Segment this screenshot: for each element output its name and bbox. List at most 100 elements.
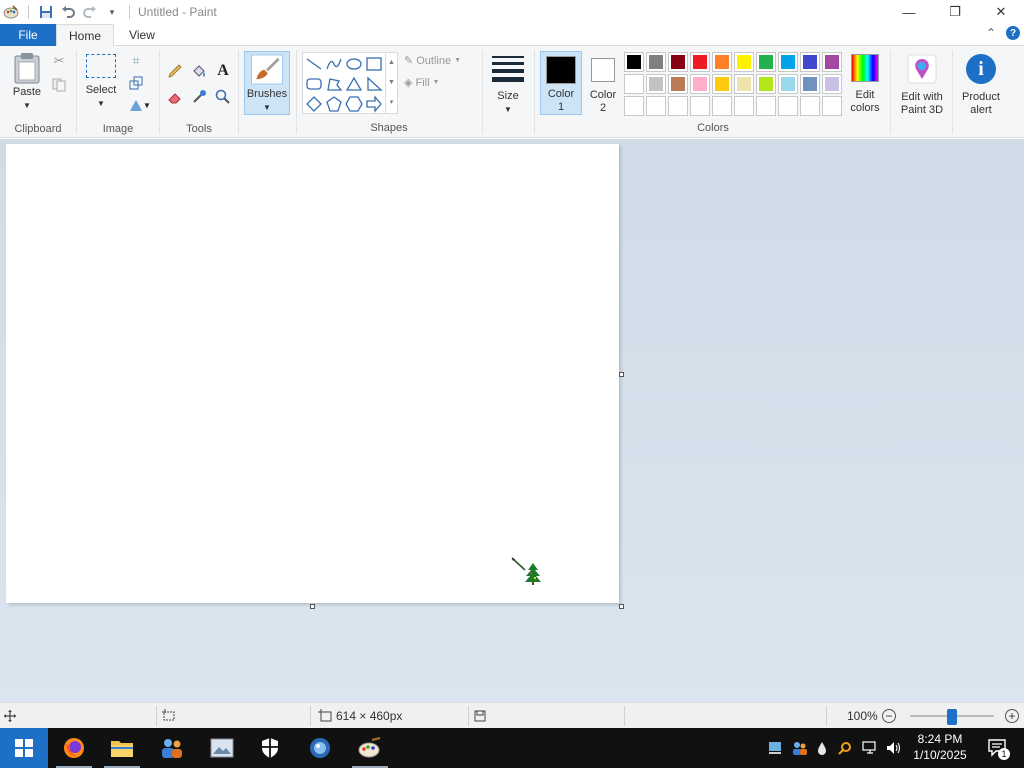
rotate-icon[interactable]: ▼: [127, 96, 153, 114]
customize-qa-icon[interactable]: ▾: [101, 1, 123, 23]
palette-color-swatch[interactable]: [800, 74, 820, 94]
tray-desktop-icon[interactable]: [766, 728, 784, 768]
help-icon[interactable]: ?: [1006, 26, 1020, 40]
polygon-shape-icon[interactable]: [325, 75, 343, 93]
close-button[interactable]: ✕: [978, 0, 1024, 24]
palette-custom-slot[interactable]: [734, 96, 754, 116]
save-icon[interactable]: [35, 1, 57, 23]
start-button[interactable]: [0, 728, 48, 768]
pencil-icon[interactable]: [166, 62, 184, 80]
brushes-button[interactable]: Brushes ▼: [244, 51, 290, 115]
oval-shape-icon[interactable]: [345, 55, 363, 73]
palette-color-swatch[interactable]: [734, 52, 754, 72]
size-button[interactable]: Size ▼: [488, 54, 528, 116]
palette-color-swatch[interactable]: [800, 52, 820, 72]
palette-custom-slot[interactable]: [668, 96, 688, 116]
taskbar-people-app[interactable]: [148, 728, 196, 768]
palette-color-swatch[interactable]: [646, 52, 666, 72]
color1-button[interactable]: Color 1: [540, 51, 582, 115]
palette-custom-slot[interactable]: [822, 96, 842, 116]
palette-custom-slot[interactable]: [712, 96, 732, 116]
palette-color-swatch[interactable]: [668, 52, 688, 72]
palette-color-swatch[interactable]: [822, 52, 842, 72]
action-center-button[interactable]: 1: [980, 728, 1016, 768]
drawing-canvas[interactable]: [6, 144, 619, 603]
palette-color-swatch[interactable]: [734, 74, 754, 94]
paint-app-icon[interactable]: [0, 1, 22, 23]
fill-button[interactable]: ◈ Fill ▼: [404, 76, 439, 90]
canvas-resize-handle-corner[interactable]: [619, 604, 624, 609]
palette-custom-slot[interactable]: [800, 96, 820, 116]
paste-dropdown-icon[interactable]: ▼: [23, 99, 31, 112]
product-alert-button[interactable]: i Product alert: [956, 54, 1006, 117]
hexagon-shape-icon[interactable]: [345, 95, 363, 113]
triangle-shape-icon[interactable]: [345, 75, 363, 93]
taskbar-image-viewer[interactable]: [198, 728, 246, 768]
zoom-slider-thumb[interactable]: [947, 709, 957, 725]
right-triangle-shape-icon[interactable]: [365, 75, 383, 93]
palette-custom-slot[interactable]: [690, 96, 710, 116]
magnifier-icon[interactable]: [214, 88, 232, 106]
edit-with-paint3d-button[interactable]: Edit with Paint 3D: [894, 54, 950, 117]
cut-icon[interactable]: ✂: [50, 52, 68, 70]
color2-button[interactable]: Color 2: [582, 51, 624, 115]
rectangle-shape-icon[interactable]: [365, 55, 383, 73]
color-picker-icon[interactable]: [190, 88, 208, 106]
taskbar-file-explorer[interactable]: [98, 728, 146, 768]
redo-icon[interactable]: [79, 1, 101, 23]
palette-color-swatch[interactable]: [756, 52, 776, 72]
text-tool-icon[interactable]: A: [214, 62, 232, 80]
canvas-resize-handle-bottom[interactable]: [310, 604, 315, 609]
taskbar-paint[interactable]: [346, 728, 394, 768]
fill-bucket-icon[interactable]: [190, 62, 208, 80]
tray-network-icon[interactable]: [860, 728, 880, 768]
tray-people-icon[interactable]: [790, 728, 810, 768]
palette-color-swatch[interactable]: [712, 74, 732, 94]
rounded-rectangle-shape-icon[interactable]: [305, 75, 323, 93]
minimize-button[interactable]: —: [886, 0, 932, 24]
palette-custom-slot[interactable]: [624, 96, 644, 116]
tab-view[interactable]: View: [118, 24, 166, 46]
taskbar-clock[interactable]: 8:24 PM 1/10/2025: [902, 731, 978, 763]
tab-file[interactable]: File: [0, 24, 56, 46]
paste-button[interactable]: Paste ▼: [6, 52, 48, 112]
palette-color-swatch[interactable]: [756, 74, 776, 94]
taskbar-firefox[interactable]: [50, 728, 98, 768]
crop-icon[interactable]: ⌗: [127, 52, 145, 70]
collapse-ribbon-icon[interactable]: ⌃: [986, 26, 996, 40]
shapes-scroll[interactable]: ▲ ▼ ▾: [385, 53, 397, 113]
palette-custom-slot[interactable]: [778, 96, 798, 116]
zoom-out-button[interactable]: −: [882, 703, 896, 729]
eraser-icon[interactable]: [166, 88, 184, 106]
palette-color-swatch[interactable]: [624, 52, 644, 72]
outline-button[interactable]: ✎ Outline ▼: [404, 54, 461, 68]
diamond-shape-icon[interactable]: [305, 95, 323, 113]
zoom-in-button[interactable]: +: [1005, 703, 1019, 729]
palette-color-swatch[interactable]: [690, 74, 710, 94]
palette-color-swatch[interactable]: [778, 74, 798, 94]
taskbar-globe-app[interactable]: [296, 728, 344, 768]
restore-button[interactable]: ❐: [932, 0, 978, 24]
palette-color-swatch[interactable]: [624, 74, 644, 94]
palette-color-swatch[interactable]: [690, 52, 710, 72]
line-shape-icon[interactable]: [305, 55, 323, 73]
palette-color-swatch[interactable]: [822, 74, 842, 94]
tray-volume-icon[interactable]: [884, 728, 904, 768]
palette-color-swatch[interactable]: [668, 74, 688, 94]
select-button[interactable]: Select ▼: [83, 54, 119, 110]
tray-drop-icon[interactable]: [814, 728, 830, 768]
palette-color-swatch[interactable]: [778, 52, 798, 72]
palette-custom-slot[interactable]: [756, 96, 776, 116]
palette-color-swatch[interactable]: [712, 52, 732, 72]
canvas-resize-handle-right[interactable]: [619, 372, 624, 377]
palette-color-swatch[interactable]: [646, 74, 666, 94]
select-dropdown-icon[interactable]: ▼: [97, 97, 105, 110]
taskbar-security-app[interactable]: [246, 728, 294, 768]
resize-icon[interactable]: [127, 74, 145, 92]
copy-icon[interactable]: [50, 76, 68, 94]
canvas-work-area[interactable]: [0, 139, 1024, 702]
tray-search-icon[interactable]: [836, 728, 854, 768]
curve-shape-icon[interactable]: [325, 55, 343, 73]
edit-colors-button[interactable]: Edit colors: [844, 54, 886, 115]
undo-icon[interactable]: [57, 1, 79, 23]
